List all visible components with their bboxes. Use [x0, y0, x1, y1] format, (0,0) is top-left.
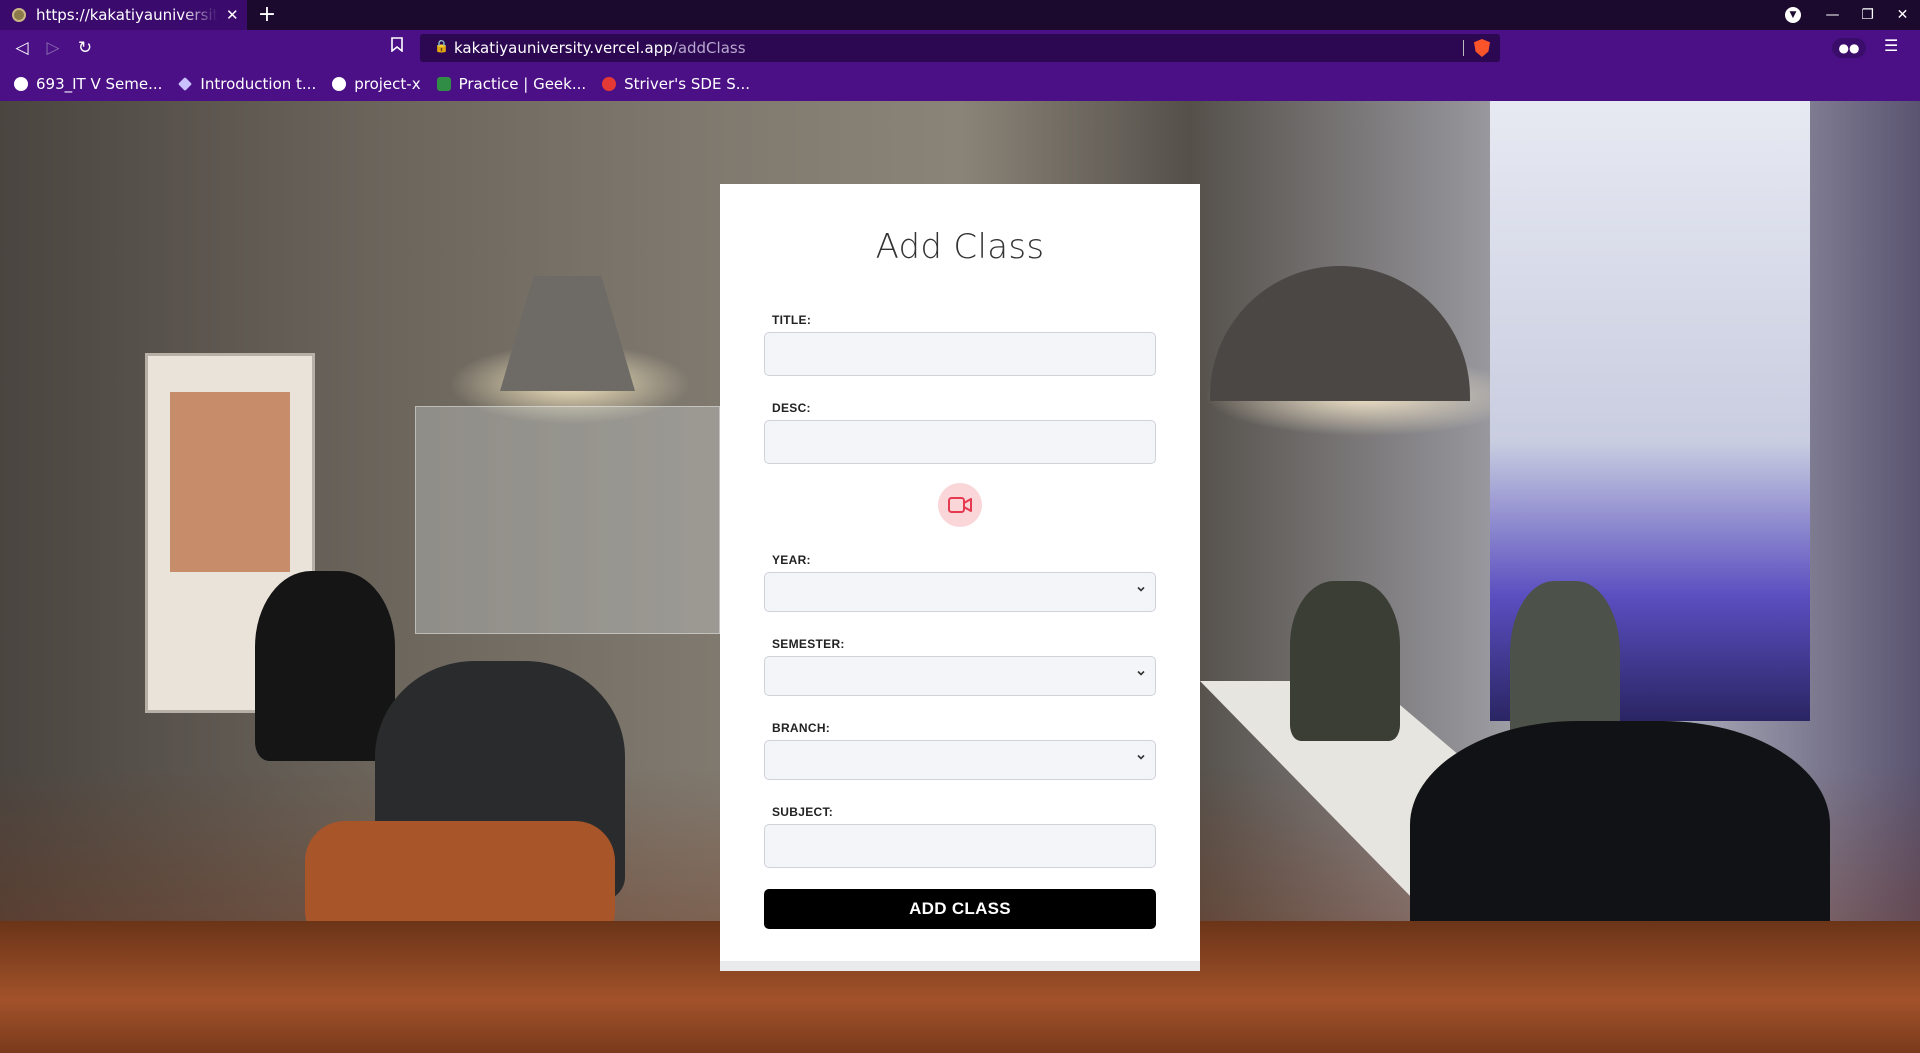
year-select[interactable] [764, 572, 1156, 612]
bookmark-globe-icon [14, 76, 28, 91]
semester-select[interactable] [764, 656, 1156, 696]
private-window-icon[interactable]: ●● [1832, 38, 1866, 58]
url-host: kakatiyauniversity.vercel.app [454, 39, 673, 57]
page-background: Add Class TITLE: DESC: YEAR: SEMESTER: B… [0, 101, 1920, 1053]
bookmark-item[interactable]: Introduction t... [178, 75, 316, 93]
tab-search-icon[interactable]: ▼ [1785, 7, 1801, 23]
painting-art [170, 392, 290, 572]
bookmarks-bar: 693_IT V Seme... Introduction t... proje… [0, 66, 1920, 101]
add-class-form: Add Class TITLE: DESC: YEAR: SEMESTER: B… [720, 184, 1200, 971]
bookmark-page-icon[interactable] [387, 36, 407, 60]
brave-shields-icon[interactable] [1474, 39, 1490, 57]
card-bottom-strip [720, 961, 1200, 971]
chevron-down-icon [1137, 754, 1145, 760]
video-upload-button[interactable] [938, 483, 982, 527]
restore-icon[interactable]: ❐ [1850, 7, 1885, 23]
tab-close-icon[interactable]: ✕ [226, 6, 239, 24]
background-lamp [1210, 266, 1470, 401]
bookmark-striver-icon [602, 76, 617, 91]
title-input[interactable] [764, 332, 1156, 376]
branch-select[interactable] [764, 740, 1156, 780]
minimize-icon[interactable]: — [1815, 7, 1850, 23]
bookmark-label: 693_IT V Seme... [36, 74, 163, 93]
url-text: kakatiyauniversity.vercel.app/addClass [454, 39, 746, 57]
back-icon[interactable]: ◁ [10, 36, 34, 60]
browser-tab-active[interactable]: https://kakatiyauniversity ✕ [0, 0, 247, 30]
desc-input[interactable] [764, 420, 1156, 464]
reload-icon[interactable]: ↻ [73, 36, 97, 60]
close-window-icon[interactable]: ✕ [1885, 7, 1920, 23]
subject-label: SUBJECT: [772, 805, 834, 819]
background-person [1290, 581, 1400, 741]
bookmark-ethereum-icon [178, 76, 193, 91]
branch-label: BRANCH: [772, 721, 831, 735]
forward-icon[interactable]: ▷ [41, 36, 65, 60]
background-lamp [500, 276, 635, 391]
page-title: Add Class [875, 227, 1045, 267]
semester-label: SEMESTER: [772, 637, 845, 651]
title-label: TITLE: [772, 313, 812, 327]
bookmark-label: Striver's SDE S... [624, 74, 751, 93]
bookmark-label: project-x [354, 74, 421, 93]
new-tab-button[interactable]: + [254, 2, 280, 28]
lock-icon: 🔒 [434, 39, 449, 53]
window-controls: ▼ — ❐ ✕ [1785, 0, 1920, 30]
bookmark-label: Introduction t... [200, 74, 317, 93]
bookmark-gfg-icon [436, 76, 451, 91]
chevron-down-icon [1137, 586, 1145, 592]
browser-tab-strip: https://kakatiyauniversity ✕ + ▼ — ❐ ✕ [0, 0, 1920, 30]
site-favicon-icon [12, 8, 26, 22]
address-bar[interactable]: 🔒 kakatiyauniversity.vercel.app/addClass [420, 34, 1500, 62]
tab-title: https://kakatiyauniversity [36, 6, 218, 24]
year-label: YEAR: [772, 553, 811, 567]
url-path: /addClass [672, 39, 746, 57]
video-camera-icon [948, 497, 972, 513]
address-divider [1463, 40, 1464, 56]
background-person [255, 571, 395, 761]
bookmark-item[interactable]: project-x [332, 74, 421, 93]
bookmark-github-icon [332, 76, 347, 91]
chevron-down-icon [1137, 670, 1145, 676]
browser-toolbar: ◁ ▷ ↻ 🔒 kakatiyauniversity.vercel.app/ad… [0, 30, 1920, 66]
desc-label: DESC: [772, 401, 811, 415]
bookmark-item[interactable]: Practice | Geek... [436, 74, 587, 93]
add-class-button[interactable]: ADD CLASS [764, 889, 1156, 929]
bookmark-item[interactable]: 693_IT V Seme... [14, 75, 162, 93]
bookmark-item[interactable]: Striver's SDE S... [602, 75, 750, 93]
background-glassboard [415, 406, 720, 634]
bookmark-label: Practice | Geek... [458, 74, 587, 93]
menu-icon[interactable]: ☰ [1884, 36, 1898, 55]
subject-input[interactable] [764, 824, 1156, 868]
